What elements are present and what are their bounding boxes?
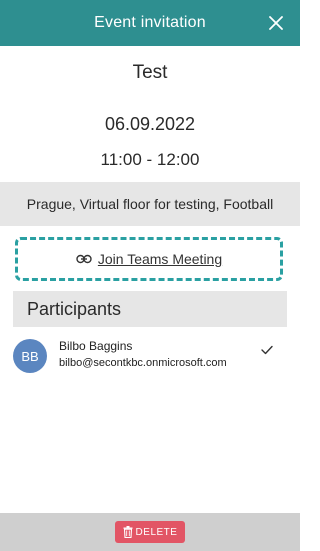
check-icon [261,345,273,355]
participants-heading: Participants [13,291,287,327]
join-teams-meeting-link[interactable]: Join Teams Meeting [98,251,222,267]
event-title: Test [132,62,168,83]
close-icon [269,16,283,30]
event-location: Prague, Virtual floor for testing, Footb… [0,182,300,226]
dialog-footer: DELETE [0,513,300,551]
avatar: BB [13,339,47,373]
teams-meeting-box[interactable]: Join Teams Meeting [15,237,283,281]
link-icon [76,254,92,264]
delete-button[interactable]: DELETE [114,521,186,543]
delete-label: DELETE [135,526,178,538]
location-text: Prague, Virtual floor for testing, Footb… [26,196,274,212]
participant-name: Bilbo Baggins [59,339,133,353]
dialog-header: Event invitation [0,0,300,46]
close-button[interactable] [262,9,290,37]
participant-email: bilbo@secontkbc.onmicrosoft.com [59,357,227,369]
event-time: 11:00 - 12:00 [100,150,200,169]
event-date: 06.09.2022 [104,114,196,134]
participant-row: BB Bilbo Baggins bilbo@secontkbc.onmicro… [13,337,287,377]
participants-heading-text: Participants [27,298,122,319]
dialog-title: Event invitation [94,14,206,31]
trash-icon [123,526,133,538]
